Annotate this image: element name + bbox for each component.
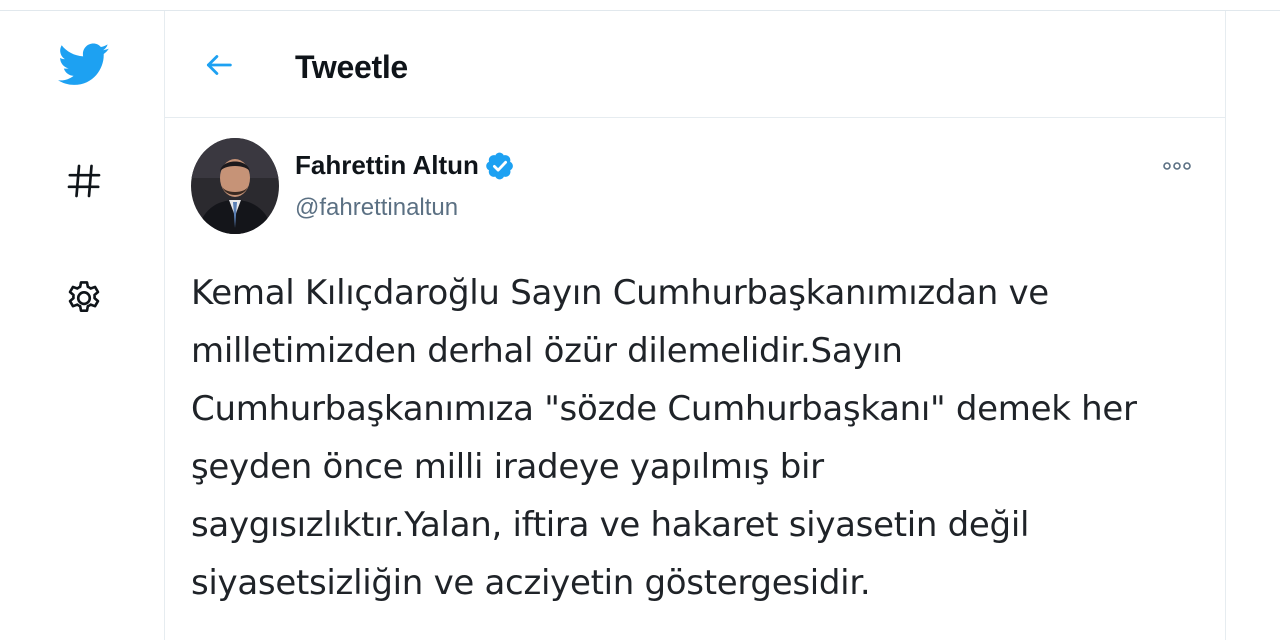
- avatar[interactable]: [191, 138, 279, 234]
- page-header: Tweetle: [165, 11, 1225, 118]
- tweet-text-line: milletimizden derhal özür dilemelidir.Sa…: [191, 331, 903, 371]
- tweet: Fahrettin Altun @fahrettinaltun Kemal Kı…: [165, 118, 1225, 640]
- settings-link[interactable]: [50, 269, 118, 329]
- app-window: Tweetle Fahrettin Altun @fahrettinaltun …: [0, 0, 1280, 640]
- twitter-logo-icon: [58, 43, 110, 85]
- hashtag-icon: [67, 164, 101, 198]
- tweet-text-line: şeyden önce milli iradeye yapılmış bir: [191, 447, 824, 487]
- gear-icon: [68, 281, 100, 313]
- profile-photo-icon: [191, 138, 279, 234]
- twitter-home-link[interactable]: [50, 35, 118, 95]
- tweet-text-line: Cumhurbaşkanımıza "sözde Cumhurbaşkanı" …: [191, 389, 1137, 429]
- more-options-button[interactable]: [1157, 154, 1197, 178]
- verified-badge-icon: [485, 151, 515, 181]
- tweet-text-line: Kemal Kılıçdaroğlu Sayın Cumhurbaşkanımı…: [191, 273, 1049, 313]
- author-handle[interactable]: @fahrettinaltun: [295, 194, 458, 222]
- tweet-text-line: saygısızlıktır.Yalan, iftira ve hakaret …: [191, 505, 1030, 545]
- explore-link[interactable]: [50, 151, 118, 211]
- author-name[interactable]: Fahrettin Altun: [295, 150, 479, 181]
- arrow-left-icon: [206, 55, 232, 75]
- tweet-text-line: siyasetsizliğin ve acziyetin göstergesid…: [191, 563, 871, 603]
- column-border-right: [1225, 11, 1226, 640]
- page-title: Tweetle: [295, 49, 408, 85]
- author-name-row: Fahrettin Altun: [295, 150, 515, 181]
- main-column: Tweetle Fahrettin Altun @fahrettinaltun …: [165, 11, 1225, 640]
- back-button[interactable]: [193, 39, 245, 91]
- more-horizontal-icon: [1163, 162, 1191, 170]
- left-nav: [0, 11, 164, 640]
- tweet-text: Kemal Kılıçdaroğlu Sayın Cumhurbaşkanımı…: [191, 264, 1211, 612]
